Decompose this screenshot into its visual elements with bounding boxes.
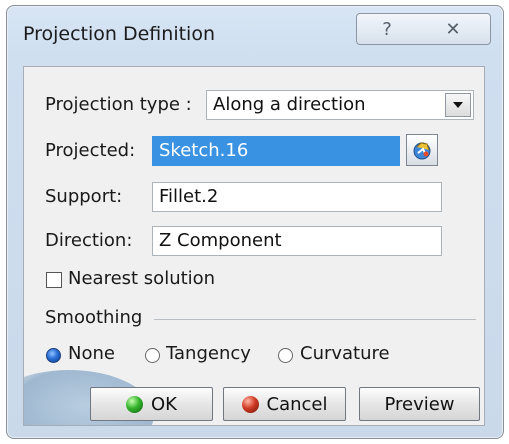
ok-button[interactable]: OK — [90, 387, 213, 421]
element-picker-button[interactable] — [406, 134, 438, 166]
cancel-button[interactable]: Cancel — [223, 387, 346, 421]
help-button[interactable]: ? — [356, 13, 418, 45]
projection-type-label: Projection type : — [45, 94, 192, 115]
chevron-down-icon — [453, 102, 463, 108]
smoothing-separator — [154, 319, 476, 320]
ok-icon — [126, 395, 143, 413]
preview-label: Preview — [384, 393, 455, 415]
direction-field[interactable]: Z Component — [152, 226, 442, 256]
smoothing-tangency-label: Tangency — [166, 343, 251, 364]
smoothing-none-label: None — [68, 343, 115, 364]
projected-field[interactable]: Sketch.16 — [152, 136, 400, 166]
cancel-icon — [241, 395, 259, 413]
projection-type-select[interactable]: Along a direction — [206, 90, 474, 120]
direction-label: Direction: — [45, 230, 133, 251]
smoothing-group-label: Smoothing — [45, 307, 143, 328]
smoothing-curvature-radio[interactable] — [278, 348, 293, 363]
projection-definition-dialog: Projection Definition ? ✕ Projection typ… — [6, 5, 504, 439]
smoothing-tangency-radio[interactable] — [145, 348, 160, 363]
nearest-solution-label: Nearest solution — [68, 268, 216, 289]
support-label: Support: — [45, 186, 123, 207]
close-button[interactable]: ✕ — [416, 13, 491, 45]
dropdown-arrow-button[interactable] — [445, 93, 471, 117]
cancel-label: Cancel — [266, 393, 328, 415]
support-field[interactable]: Fillet.2 — [152, 182, 442, 212]
nearest-solution-checkbox[interactable] — [46, 272, 62, 288]
dialog-title: Projection Definition — [23, 23, 215, 45]
preview-button[interactable]: Preview — [359, 387, 480, 421]
projection-type-value: Along a direction — [213, 94, 366, 115]
ok-label: OK — [151, 393, 177, 415]
help-icon: ? — [382, 18, 392, 40]
close-icon: ✕ — [445, 18, 461, 40]
smoothing-curvature-label: Curvature — [300, 343, 390, 364]
projected-label: Projected: — [45, 140, 136, 161]
element-picker-icon — [413, 142, 431, 160]
dialog-body: Projection type : Along a direction Proj… — [23, 66, 485, 426]
smoothing-none-radio[interactable] — [46, 348, 61, 363]
